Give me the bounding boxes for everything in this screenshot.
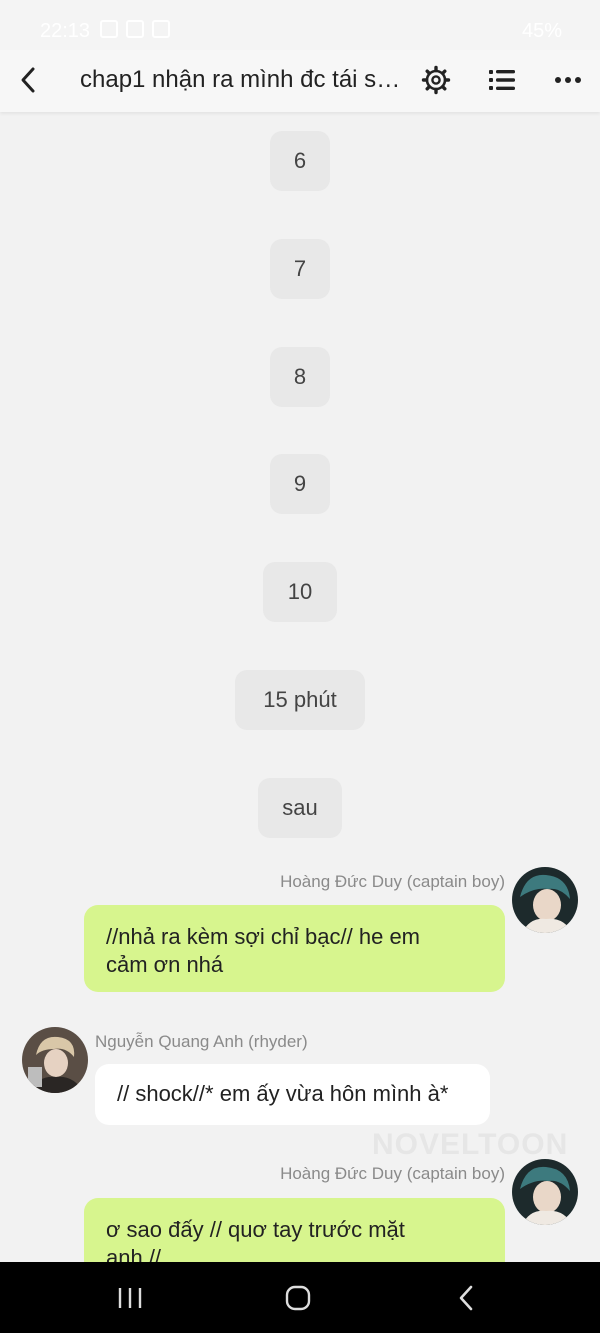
avatar[interactable] <box>512 867 578 933</box>
notification-icons <box>100 20 170 38</box>
back-button[interactable] <box>10 62 46 98</box>
message-text: // shock//* em ấy vừa hôn mình à* <box>117 1081 449 1106</box>
chapter-title: chap1 nhận ra mình đc tái sinh <box>80 66 402 93</box>
home-icon <box>285 1285 311 1311</box>
system-nav-bar <box>0 1262 600 1333</box>
back-arrow-icon <box>459 1285 473 1311</box>
countdown-bubble: 10 <box>263 562 337 622</box>
list-icon <box>489 70 515 90</box>
countdown-bubble: sau <box>258 778 342 838</box>
countdown-bubble: 8 <box>270 347 330 407</box>
battery-level: 45% <box>521 20 562 42</box>
recent-apps-button[interactable] <box>100 1280 160 1316</box>
app-icon <box>152 20 170 38</box>
status-time: 22:13 <box>40 20 91 42</box>
avatar[interactable] <box>512 1159 578 1225</box>
app-icon <box>126 20 144 38</box>
back-nav-button[interactable] <box>436 1280 496 1316</box>
message-text: cảm ơn nhá <box>106 952 224 977</box>
countdown-bubble: 15 phút <box>235 670 365 730</box>
recent-apps-icon <box>118 1288 142 1308</box>
countdown-bubble: 6 <box>270 131 330 191</box>
message-bubble[interactable]: ơ sao đấy // quơ tay trước mặt anh // <box>84 1198 505 1262</box>
message-text: //nhả ra kèm sợi chỉ bạc// he em <box>106 924 421 949</box>
countdown-bubble: 9 <box>270 454 330 514</box>
chapter-list-button[interactable] <box>482 62 522 98</box>
chevron-left-icon <box>21 67 35 93</box>
avatar[interactable] <box>22 1027 88 1093</box>
gear-icon <box>421 65 451 95</box>
settings-button[interactable] <box>416 62 456 98</box>
countdown-bubble: 7 <box>270 239 330 299</box>
more-dots-icon <box>555 77 581 83</box>
gallery-icon <box>100 20 118 38</box>
message-bubble[interactable]: // shock//* em ấy vừa hôn mình à* <box>95 1064 490 1125</box>
message-bubble[interactable]: //nhả ra kèm sợi chỉ bạc// he em cảm ơn … <box>84 905 505 992</box>
sender-name: Hoàng Đức Duy (captain boy) <box>280 1164 505 1183</box>
more-options-button[interactable] <box>548 62 588 98</box>
message-text: anh // <box>106 1245 162 1262</box>
message-text: ơ sao đấy // quơ tay trước mặt <box>106 1217 405 1242</box>
reader-header: chap1 nhận ra mình đc tái sinh <box>0 50 600 112</box>
watermark: NOVELTOON <box>372 1128 569 1161</box>
chat-content[interactable]: 6 7 8 9 10 15 phút sau Hoàng Đức Duy (ca… <box>0 112 600 1262</box>
home-button[interactable] <box>268 1280 328 1316</box>
sender-name: Nguyễn Quang Anh (rhyder) <box>95 1032 308 1051</box>
sender-name: Hoàng Đức Duy (captain boy) <box>280 872 505 891</box>
